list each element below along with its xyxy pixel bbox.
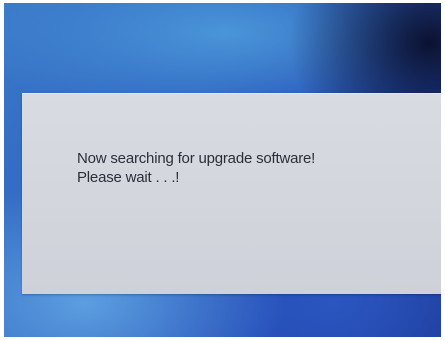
tv-screen: Now searching for upgrade software! Plea… [4, 3, 441, 337]
dialog-message: Now searching for upgrade software! Plea… [77, 149, 315, 187]
photo-frame: Now searching for upgrade software! Plea… [0, 0, 445, 340]
message-line-searching: Now searching for upgrade software! [77, 150, 316, 167]
upgrade-search-dialog: Now searching for upgrade software! Plea… [22, 93, 441, 294]
message-line-please-wait: Please wait . . .! [77, 169, 180, 186]
